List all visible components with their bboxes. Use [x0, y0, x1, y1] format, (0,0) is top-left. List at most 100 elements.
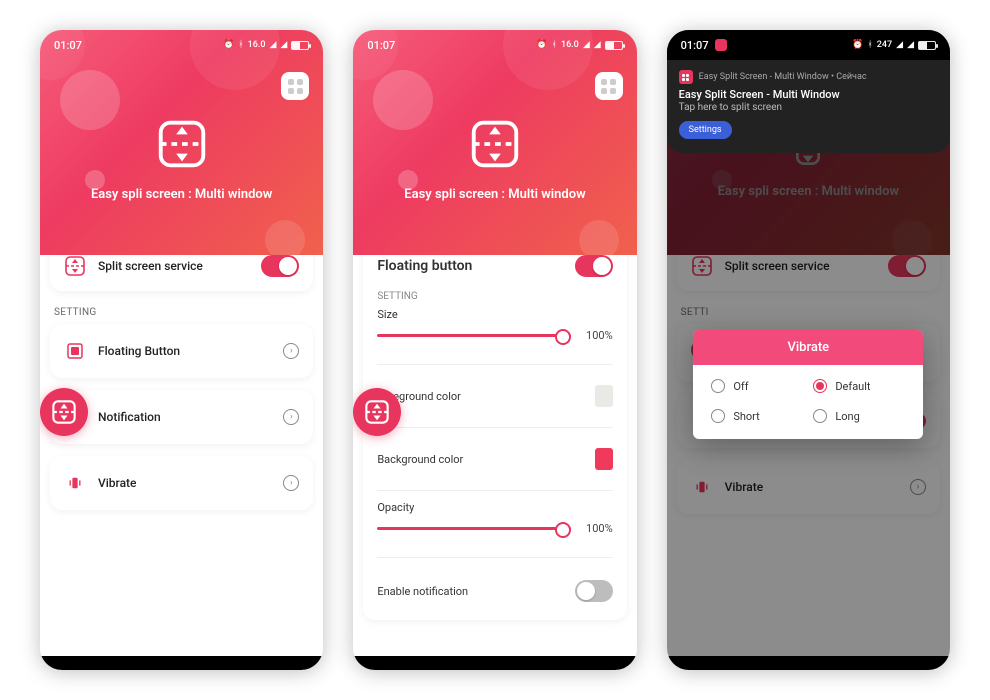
- status-icons: ⏰ ᚼ 247 ◢ ◢: [852, 40, 936, 50]
- battery-icon: [605, 41, 623, 50]
- chevron-right-icon: ›: [283, 409, 299, 425]
- floating-action-button[interactable]: [353, 388, 401, 436]
- radio-label: Off: [733, 380, 748, 393]
- battery-icon: [291, 41, 309, 50]
- foreground-color-row[interactable]: Foreground color: [363, 371, 626, 421]
- status-bar: 01:07 ⏰ ᚼ 16.0 ◢ ◢: [40, 30, 323, 60]
- status-icons: ⏰ ᚼ 16.0 ◢ ◢: [536, 40, 622, 50]
- status-icons: ⏰ ᚼ 16.0 ◢ ◢: [223, 40, 309, 50]
- vibrate-icon: [64, 472, 86, 494]
- notif-indicator-icon: [715, 39, 727, 51]
- split-icon: [64, 255, 86, 277]
- opacity-slider[interactable]: [377, 527, 570, 530]
- speed-icon: 16.0: [561, 40, 579, 50]
- floating-settings-card: Floating button SETTING Size 100% Foregr…: [363, 255, 626, 620]
- fg-swatch: [595, 385, 613, 407]
- section-label: SETTING: [50, 291, 313, 324]
- status-bar: 01:07 ⏰ ᚼ 16.0 ◢ ◢: [353, 30, 636, 60]
- section-label: SETTING: [363, 285, 626, 304]
- list-item-label: Floating Button: [98, 344, 271, 358]
- list-item-label: Notification: [98, 410, 271, 424]
- app-title: Easy spli screen : Multi window: [404, 187, 585, 202]
- chevron-right-icon: ›: [283, 475, 299, 491]
- radio-icon: [711, 379, 725, 393]
- speed-icon: 16.0: [248, 40, 266, 50]
- list-item-label: Vibrate: [98, 476, 271, 490]
- split-screen-logo-icon: [466, 115, 524, 173]
- screen-vibrate-dialog: Easy spli screen : Multi window 01:07 ⏰ …: [667, 30, 950, 670]
- radio-icon: [813, 379, 827, 393]
- notification-row[interactable]: Notification ›: [50, 390, 313, 444]
- split-screen-logo-icon: [153, 115, 211, 173]
- service-toggle[interactable]: [261, 255, 299, 277]
- floating-action-button[interactable]: [40, 388, 88, 436]
- clock: 01:07: [681, 39, 709, 52]
- notif-subtitle: Tap here to split screen: [679, 102, 938, 113]
- radio-option-default[interactable]: Default: [813, 379, 905, 393]
- app-title: Easy spli screen : Multi window: [91, 187, 272, 202]
- vibrate-dialog: Vibrate Off Default Short Long: [693, 330, 923, 439]
- radio-option-long[interactable]: Long: [813, 409, 905, 423]
- speed-icon: 247: [877, 40, 892, 50]
- alarm-icon: ⏰: [536, 40, 547, 50]
- bluetooth-icon: ᚼ: [552, 40, 557, 50]
- battery-icon: [918, 41, 936, 50]
- size-label: Size: [363, 304, 626, 321]
- bluetooth-icon: ᚼ: [867, 40, 872, 50]
- chevron-right-icon: ›: [283, 343, 299, 359]
- dialog-title: Vibrate: [693, 330, 923, 365]
- bg-label: Background color: [377, 453, 463, 466]
- radio-label: Default: [835, 380, 870, 393]
- clock: 01:07: [367, 39, 395, 52]
- enable-notif-label: Enable notification: [377, 585, 468, 598]
- screen-main: 01:07 ⏰ ᚼ 16.0 ◢ ◢ Easy spli screen : Mu…: [40, 30, 323, 670]
- signal-icon: ◢: [594, 40, 601, 50]
- app-header: 01:07 ⏰ ᚼ 16.0 ◢ ◢ Easy spli screen : Mu…: [353, 30, 636, 255]
- nav-handle[interactable]: [132, 662, 232, 666]
- opacity-value: 100%: [581, 522, 613, 535]
- grid-icon: [601, 79, 616, 94]
- radio-option-short[interactable]: Short: [711, 409, 803, 423]
- service-card: Split screen service: [50, 255, 313, 291]
- radio-icon: [813, 409, 827, 423]
- background-color-row[interactable]: Background color: [363, 434, 626, 484]
- radio-option-off[interactable]: Off: [711, 379, 803, 393]
- status-bar: 01:07 ⏰ ᚼ 247 ◢ ◢: [667, 30, 950, 60]
- screen-floating-settings: 01:07 ⏰ ᚼ 16.0 ◢ ◢ Easy spli screen : Mu…: [353, 30, 636, 670]
- vibrate-row[interactable]: Vibrate ›: [50, 456, 313, 510]
- signal-icon: ◢: [269, 40, 276, 50]
- signal-icon: ◢: [907, 40, 914, 50]
- floating-button-row[interactable]: Floating Button ›: [50, 324, 313, 378]
- opacity-label: Opacity: [363, 497, 626, 514]
- radio-label: Short: [733, 410, 759, 423]
- grid-icon: [288, 79, 303, 94]
- radio-icon: [711, 409, 725, 423]
- size-value: 100%: [581, 329, 613, 342]
- radio-label: Long: [835, 410, 859, 423]
- enable-notification-row[interactable]: Enable notification: [363, 564, 626, 618]
- alarm-icon: ⏰: [852, 40, 863, 50]
- signal-icon: ◢: [583, 40, 590, 50]
- clock: 01:07: [54, 39, 82, 52]
- service-label: Split screen service: [98, 259, 249, 273]
- apps-grid-button[interactable]: [595, 72, 623, 100]
- app-header: 01:07 ⏰ ᚼ 16.0 ◢ ◢ Easy spli screen : Mu…: [40, 30, 323, 255]
- notif-meta: Easy Split Screen - Multi Window • Сейча…: [699, 72, 867, 82]
- signal-icon: ◢: [896, 40, 903, 50]
- nav-handle[interactable]: [758, 662, 858, 666]
- enable-notif-toggle[interactable]: [575, 580, 613, 602]
- notif-settings-button[interactable]: Settings: [679, 121, 732, 139]
- nav-handle[interactable]: [445, 662, 545, 666]
- notif-title: Easy Split Screen - Multi Window: [679, 88, 938, 101]
- apps-grid-button[interactable]: [281, 72, 309, 100]
- float-icon: [64, 340, 86, 362]
- panel-title: Floating button: [377, 258, 472, 274]
- floating-toggle[interactable]: [575, 255, 613, 277]
- notif-app-icon: [679, 70, 693, 84]
- bg-swatch: [595, 448, 613, 470]
- signal-icon: ◢: [280, 40, 287, 50]
- notification-panel[interactable]: Easy Split Screen - Multi Window • Сейча…: [667, 60, 950, 153]
- size-slider[interactable]: [377, 334, 570, 337]
- bluetooth-icon: ᚼ: [238, 40, 243, 50]
- alarm-icon: ⏰: [223, 40, 234, 50]
